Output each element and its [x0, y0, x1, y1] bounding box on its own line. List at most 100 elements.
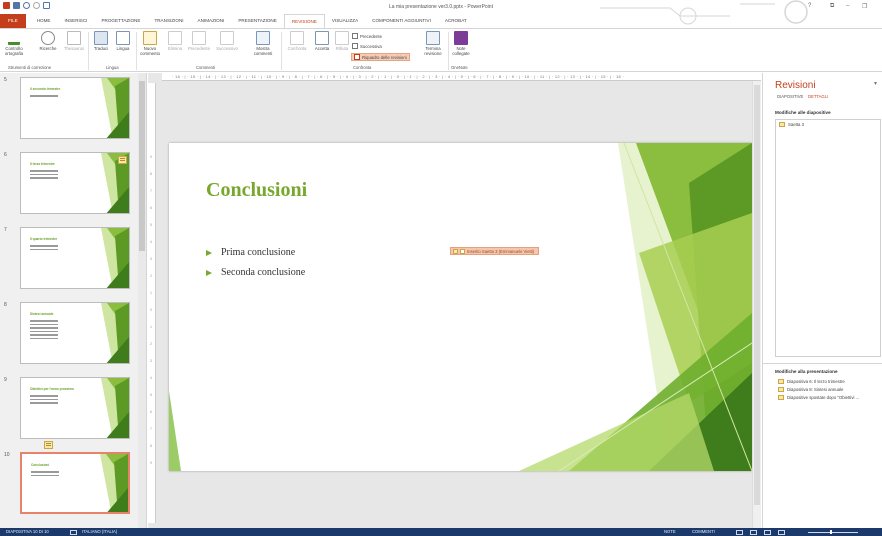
slide-thumbnail[interactable]: Il secondo trimestre — [20, 77, 130, 139]
vertical-ruler-mark: 4 — [150, 240, 152, 244]
editor-vertical-scrollbar[interactable] — [752, 81, 761, 528]
linked-notes-button[interactable]: Note collegate — [450, 31, 472, 56]
slide-editor: · 16 · | · 15 · | · 14 · | · 13 · | · 12… — [148, 73, 761, 528]
translate-button[interactable]: Traduci — [91, 31, 111, 51]
language-label: Lingua — [116, 46, 130, 51]
research-button[interactable]: Ricerche — [36, 31, 60, 51]
reject-button[interactable]: Rifiuta — [333, 31, 351, 51]
list-item[interactable]: Saetta 3 — [776, 120, 880, 128]
end-review-button[interactable]: Termina revisione — [420, 31, 446, 56]
new-comment-button[interactable]: Nuovo commento — [138, 31, 162, 56]
slideshow-view-icon[interactable] — [778, 529, 785, 535]
revisions-pane-button[interactable]: Riquadro delle revisioni — [351, 53, 410, 61]
delete-comment-button[interactable]: Elimina — [165, 31, 185, 51]
tab-home[interactable]: HOME — [30, 14, 58, 28]
group-separator — [448, 32, 449, 70]
next-comment-label: Successivo — [216, 46, 238, 51]
restore-button[interactable]: ❐ — [862, 3, 867, 10]
next-change-button[interactable]: Successiva — [352, 43, 382, 49]
comment-indicator-icon[interactable] — [118, 156, 127, 164]
thumbnails-scrollbar[interactable] — [138, 73, 146, 528]
end-review-label: Termina revisione — [424, 46, 442, 56]
show-comments-button[interactable]: Mostra commenti — [248, 31, 278, 56]
tab-view[interactable]: VISUALIZZA — [325, 14, 365, 28]
slide-bullet[interactable]: Seconda conclusione — [206, 267, 305, 278]
minimize-button[interactable]: – — [846, 3, 849, 9]
zoom-slider-handle[interactable] — [830, 530, 832, 534]
translate-label: Traduci — [93, 46, 109, 51]
accept-button[interactable]: Accetta — [311, 31, 333, 51]
pane-splitter[interactable] — [763, 363, 882, 364]
tab-slideshow[interactable]: PRESENTAZIONE — [231, 14, 283, 28]
slide-changes-list: Saetta 3 — [775, 119, 881, 357]
thumbnails-scroll-thumb[interactable] — [139, 81, 145, 251]
comments-button[interactable]: COMMENTI — [692, 529, 715, 534]
bullet-arrow-icon — [206, 249, 212, 256]
tab-insert[interactable]: INSERISCI — [57, 14, 94, 28]
thumbnail-text-line — [31, 471, 59, 473]
slide-bullet[interactable]: Prima conclusione — [206, 247, 295, 258]
reading-view-icon[interactable] — [764, 529, 771, 535]
thumbnail-text-line — [30, 402, 58, 404]
compare-button[interactable]: Confronta — [284, 31, 310, 51]
compare-icon — [290, 31, 304, 45]
end-review-icon — [426, 31, 440, 45]
research-label: Ricerche — [39, 46, 57, 51]
tab-revisions-slides[interactable]: DIAPOSITIVE — [777, 94, 803, 99]
tab-file[interactable]: FILE — [0, 14, 26, 28]
slide-thumbnail[interactable]: Il terzo trimestre — [20, 152, 130, 214]
list-item[interactable]: Diapositive spostate dopo "Obiettivi ... — [775, 393, 881, 401]
slide-thumbnail[interactable]: Conclusioni — [20, 452, 130, 514]
previous-comment-button[interactable]: Precedente — [187, 31, 211, 51]
normal-view-icon[interactable] — [736, 529, 743, 535]
thumbnail-text-line — [30, 337, 58, 339]
previous-comment-icon — [192, 31, 206, 45]
slide-thumbnail[interactable]: Il quarto trimestre — [20, 227, 130, 289]
spelling-check-icon — [8, 31, 20, 45]
language-status[interactable]: ITALIANO (ITALIA) — [82, 529, 117, 534]
zoom-slider[interactable] — [808, 531, 858, 533]
presentation-changes-list: Diapositiva 6: Il terzo trimestre Diapos… — [775, 377, 881, 523]
vertical-ruler-mark: 5 — [150, 223, 152, 227]
pane-options-chevron-icon[interactable]: ▾ — [874, 80, 877, 87]
tab-design[interactable]: PROGETTAZIONE — [94, 14, 147, 28]
spelling-button[interactable]: Controllo ortografia — [2, 31, 26, 56]
show-comments-label: Mostra commenti — [253, 46, 273, 56]
presentation-changes-heading: Modifiche alla presentazione — [775, 369, 838, 374]
help-button[interactable]: ? — [808, 3, 811, 9]
spelling-label: Controllo ortografia — [4, 46, 24, 56]
spelling-status-icon[interactable] — [70, 529, 77, 535]
thumbnail-text-line — [30, 177, 58, 179]
next-comment-button[interactable]: Successivo — [214, 31, 240, 51]
language-button[interactable]: Lingua — [112, 31, 134, 51]
slide-thumbnail[interactable]: Sintesi annuale — [20, 302, 130, 364]
revision-marker[interactable]: Inserito Saetta 3 (Emmanuele Vietti) — [450, 247, 540, 255]
list-item[interactable]: Diapositiva 8: Sintesi annuale — [775, 385, 881, 393]
thumbnail-number: 9 — [4, 377, 7, 383]
notes-button[interactable]: NOTE — [664, 529, 676, 534]
thumbnail-shapes — [101, 78, 129, 138]
tab-addins[interactable]: COMPONENTI AGGIUNTIVI — [365, 14, 438, 28]
revision-comment-icon — [453, 248, 458, 254]
slide-sorter-view-icon[interactable] — [750, 529, 757, 535]
slide-thumbnail[interactable]: Obiettivi per l'anno prossimo — [20, 377, 130, 439]
reject-label: Rifiuta — [335, 46, 349, 51]
tab-acrobat[interactable]: ACROBAT — [438, 14, 474, 28]
editor-scroll-thumb[interactable] — [754, 85, 760, 505]
current-slide[interactable]: Conclusioni Prima conclusione Seconda co… — [169, 143, 752, 471]
slide-title[interactable]: Conclusioni — [206, 179, 307, 202]
thesaurus-button[interactable]: Thesaurus — [62, 31, 86, 51]
ribbon-display-options-button[interactable]: ⧉ — [830, 3, 834, 10]
next-change-icon — [352, 43, 358, 49]
previous-change-button[interactable]: Precedente — [352, 33, 382, 39]
change-marker-icon — [779, 122, 785, 127]
previous-comment-label: Precedente — [188, 46, 210, 51]
powerpoint-window: La mia presentazione ver3.0.pptx - Power… — [0, 0, 882, 536]
tab-revisions-details[interactable]: DETTAGLI — [808, 94, 828, 99]
tab-animations[interactable]: ANIMAZIONI — [191, 14, 232, 28]
tab-review[interactable]: REVISIONE — [283, 14, 325, 28]
thumbnail-title: Sintesi annuale — [30, 312, 54, 316]
list-item[interactable]: Diapositiva 6: Il terzo trimestre — [775, 377, 881, 385]
tab-transitions[interactable]: TRANSIZIONI — [147, 14, 190, 28]
slide-moved-indicator-icon[interactable] — [44, 441, 53, 449]
